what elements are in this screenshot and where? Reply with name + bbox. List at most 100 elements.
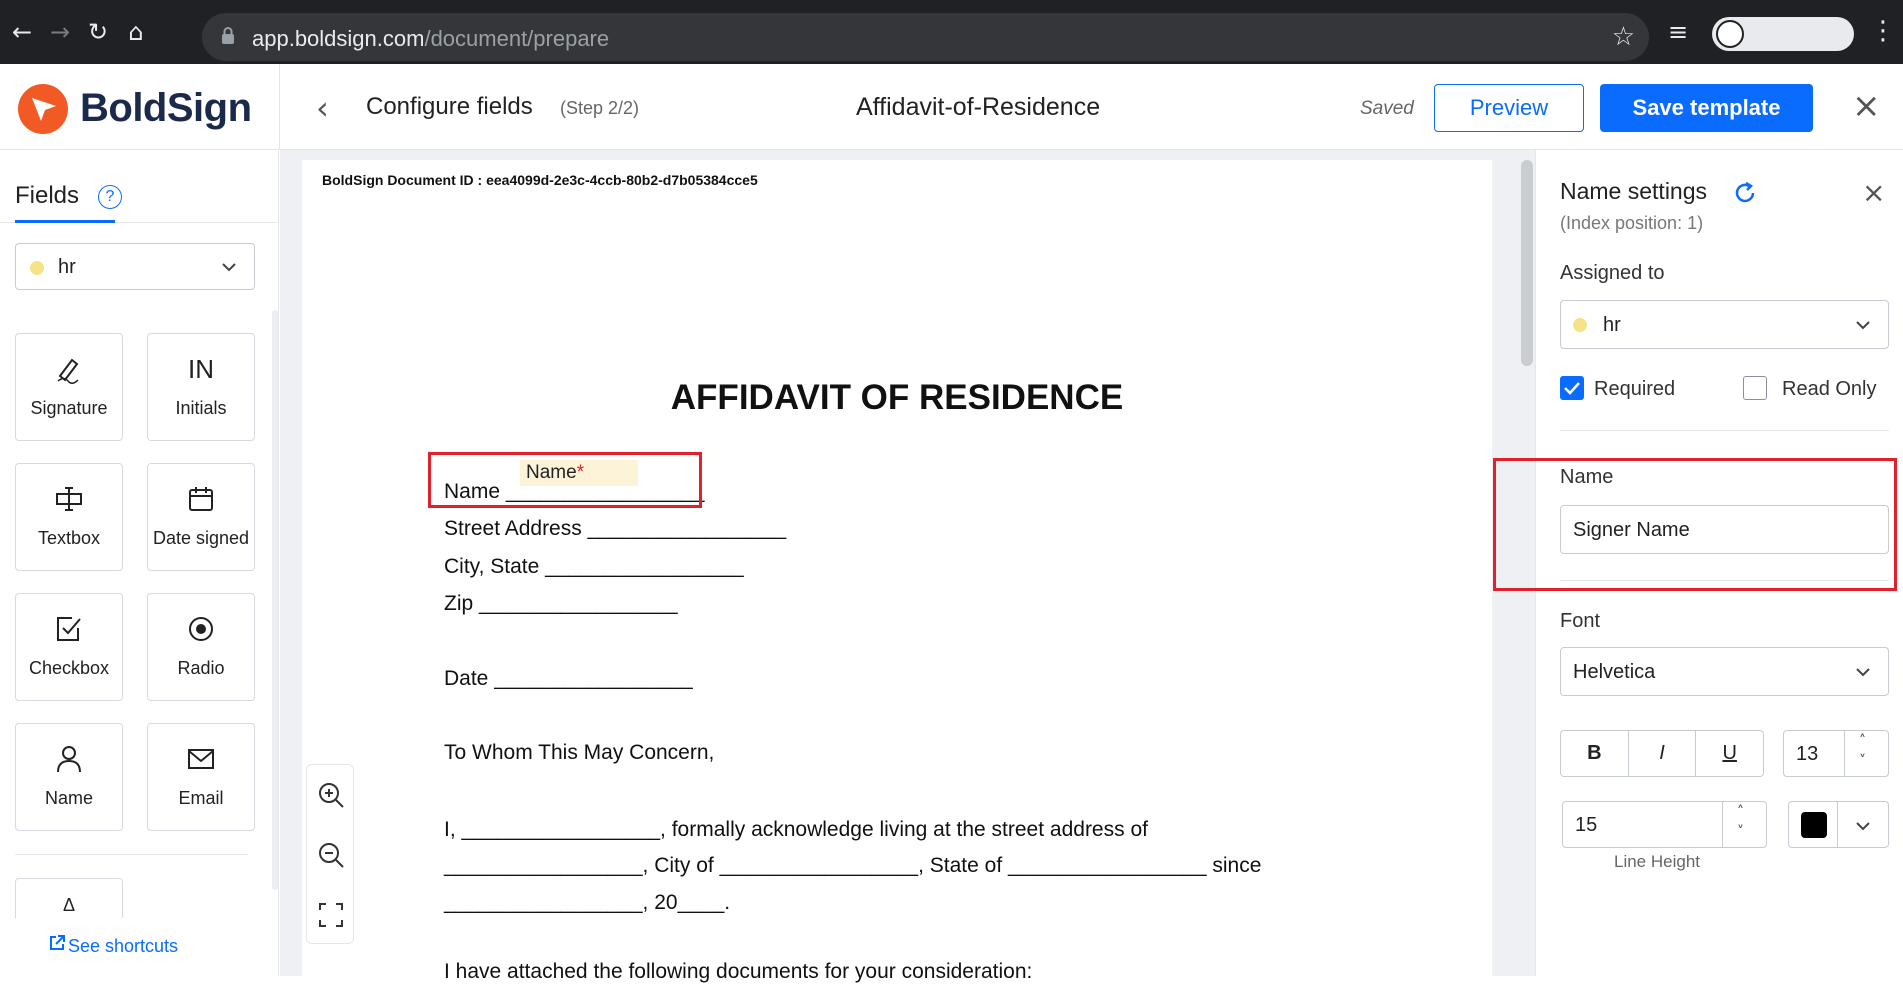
close-icon[interactable]: × bbox=[1852, 89, 1881, 123]
reload-icon[interactable]: ↻ bbox=[84, 18, 112, 46]
divider bbox=[1560, 430, 1889, 431]
bold-button[interactable]: B bbox=[1561, 731, 1629, 776]
close-settings-icon[interactable]: × bbox=[1862, 176, 1885, 209]
radio-icon bbox=[189, 617, 213, 641]
field-tile-signature[interactable]: Signature bbox=[15, 333, 123, 441]
back-chevron-icon[interactable]: ‹ bbox=[316, 92, 329, 124]
divider bbox=[15, 854, 248, 855]
signer-value: hr bbox=[58, 256, 76, 278]
font-label: Font bbox=[1560, 610, 1601, 632]
zoom-in-icon[interactable] bbox=[317, 781, 345, 809]
fit-screen-icon[interactable] bbox=[317, 901, 345, 929]
logo-text: BoldSign bbox=[80, 86, 252, 130]
document-scrollbar[interactable] bbox=[1521, 160, 1533, 366]
font-dropdown[interactable]: Helvetica bbox=[1560, 647, 1889, 696]
document-page: BoldSign Document ID : eea4099d-2e3c-4cc… bbox=[302, 160, 1492, 983]
line-height-label: Line Height bbox=[1614, 852, 1701, 871]
stepper-buttons: ˄ ˅ bbox=[1844, 731, 1888, 776]
field-tile-textbox[interactable]: Textbox bbox=[15, 463, 123, 571]
read-only-label: Read Only bbox=[1782, 378, 1877, 400]
tab-underline bbox=[15, 220, 115, 223]
profile-button[interactable] bbox=[1712, 17, 1854, 51]
italic-button[interactable]: I bbox=[1629, 731, 1697, 776]
browser-menu-icon[interactable]: ⋮ bbox=[1870, 16, 1896, 46]
assigned-to-label: Assigned to bbox=[1560, 262, 1665, 284]
address-bar[interactable]: app.boldsign.com/document/prepare ☆ bbox=[202, 13, 1649, 61]
required-label: Required bbox=[1594, 378, 1676, 400]
header-divider bbox=[279, 64, 280, 150]
preview-button[interactable]: Preview bbox=[1434, 84, 1584, 132]
see-shortcuts-link[interactable]: See shortcuts bbox=[68, 936, 178, 957]
lock-icon bbox=[222, 27, 234, 44]
read-only-checkbox[interactable] bbox=[1743, 376, 1767, 400]
line-height-value: 15 bbox=[1575, 814, 1598, 836]
tile-label: Checkbox bbox=[28, 658, 110, 678]
document-line: Zip _________________ bbox=[444, 592, 678, 615]
chevron-up-icon[interactable]: ˄ bbox=[1859, 733, 1866, 749]
checkbox-icon bbox=[57, 617, 81, 641]
tile-label: Textbox bbox=[37, 528, 101, 548]
fields-sidebar: Fields ? hr Signature IN Initials Textbo… bbox=[0, 150, 279, 976]
browser-toolbar: ← → ↻ ⌂ app.boldsign.com/document/prepar… bbox=[0, 0, 1903, 64]
chevron-down-icon bbox=[1856, 668, 1870, 677]
chevron-up-icon[interactable]: ˄ bbox=[1737, 804, 1744, 820]
field-tile-name[interactable]: Name bbox=[15, 723, 123, 831]
font-color-picker[interactable] bbox=[1788, 801, 1889, 848]
assigned-to-dropdown[interactable]: hr bbox=[1560, 300, 1889, 349]
highlight-box bbox=[1493, 458, 1897, 591]
document-line: _________________, City of _____________… bbox=[444, 854, 1262, 877]
chevron-down-icon bbox=[1856, 822, 1870, 831]
assigned-to-value: hr bbox=[1603, 314, 1621, 336]
signer-dropdown[interactable]: hr bbox=[15, 243, 255, 290]
chevron-down-icon bbox=[1856, 321, 1870, 330]
tile-label: Radio bbox=[177, 658, 225, 678]
home-icon[interactable]: ⌂ bbox=[122, 18, 150, 46]
line-height-stepper[interactable]: 15 ˄ ˅ bbox=[1562, 801, 1767, 848]
field-tile-initials[interactable]: IN Initials bbox=[147, 333, 255, 441]
tile-label: Signature bbox=[30, 398, 108, 418]
media-control-icon[interactable]: ≡ bbox=[1668, 18, 1688, 46]
document-line: I, _________________, formally acknowled… bbox=[444, 818, 1148, 841]
signer-color-dot bbox=[1573, 318, 1587, 332]
document-line: To Whom This May Concern, bbox=[444, 741, 715, 764]
person-icon bbox=[57, 746, 81, 773]
sidebar-scrollbar[interactable] bbox=[272, 310, 278, 890]
required-checkbox[interactable] bbox=[1560, 376, 1584, 400]
document-title: Affidavit-of-Residence bbox=[856, 93, 1101, 121]
chevron-down-icon[interactable]: ˅ bbox=[1737, 824, 1744, 840]
saved-status: Saved bbox=[1360, 98, 1414, 119]
step-title: Configure fields bbox=[366, 93, 533, 120]
tab-fields[interactable]: Fields bbox=[15, 182, 79, 210]
field-tile-checkbox[interactable]: Checkbox bbox=[15, 593, 123, 701]
field-tile-date-signed[interactable]: Date signed bbox=[147, 463, 255, 571]
refresh-icon[interactable] bbox=[1732, 180, 1758, 206]
document-heading: AFFIDAVIT OF RESIDENCE bbox=[670, 378, 1124, 417]
field-tile-radio[interactable]: Radio bbox=[147, 593, 255, 701]
tile-label: Initials bbox=[175, 398, 227, 418]
settings-title: Name settings bbox=[1560, 178, 1708, 204]
font-size-value: 13 bbox=[1796, 743, 1819, 765]
help-icon[interactable]: ? bbox=[98, 185, 122, 209]
font-size-stepper[interactable]: 13 ˄ ˅ bbox=[1783, 730, 1889, 777]
step-indicator: (Step 2/2) bbox=[560, 98, 640, 118]
chevron-down-icon[interactable]: ˅ bbox=[1859, 753, 1866, 769]
field-tile-email[interactable]: Email bbox=[147, 723, 255, 831]
calendar-icon bbox=[189, 487, 213, 511]
back-arrow-icon[interactable]: ← bbox=[8, 18, 36, 46]
url-text: app.boldsign.com/document/prepare bbox=[252, 26, 610, 51]
checkmark-icon bbox=[1564, 382, 1580, 395]
underline-button[interactable]: U bbox=[1696, 731, 1763, 776]
bookmark-star-icon[interactable]: ☆ bbox=[1612, 22, 1635, 52]
field-tile-partial[interactable]: Δ bbox=[15, 878, 123, 918]
document-line: City, State _________________ bbox=[444, 555, 744, 578]
save-template-button[interactable]: Save template bbox=[1600, 84, 1813, 132]
color-swatch bbox=[1801, 812, 1827, 838]
zoom-controls bbox=[306, 764, 354, 944]
forward-arrow-icon[interactable]: → bbox=[46, 18, 74, 46]
document-line: Street Address _________________ bbox=[444, 517, 787, 540]
tile-icon-partial: Δ bbox=[62, 895, 76, 915]
index-position: (Index position: 1) bbox=[1560, 213, 1704, 233]
document-line: I have attached the following documents … bbox=[444, 960, 1033, 983]
document-id: BoldSign Document ID : eea4099d-2e3c-4cc… bbox=[322, 172, 758, 188]
zoom-out-icon[interactable] bbox=[317, 841, 345, 869]
